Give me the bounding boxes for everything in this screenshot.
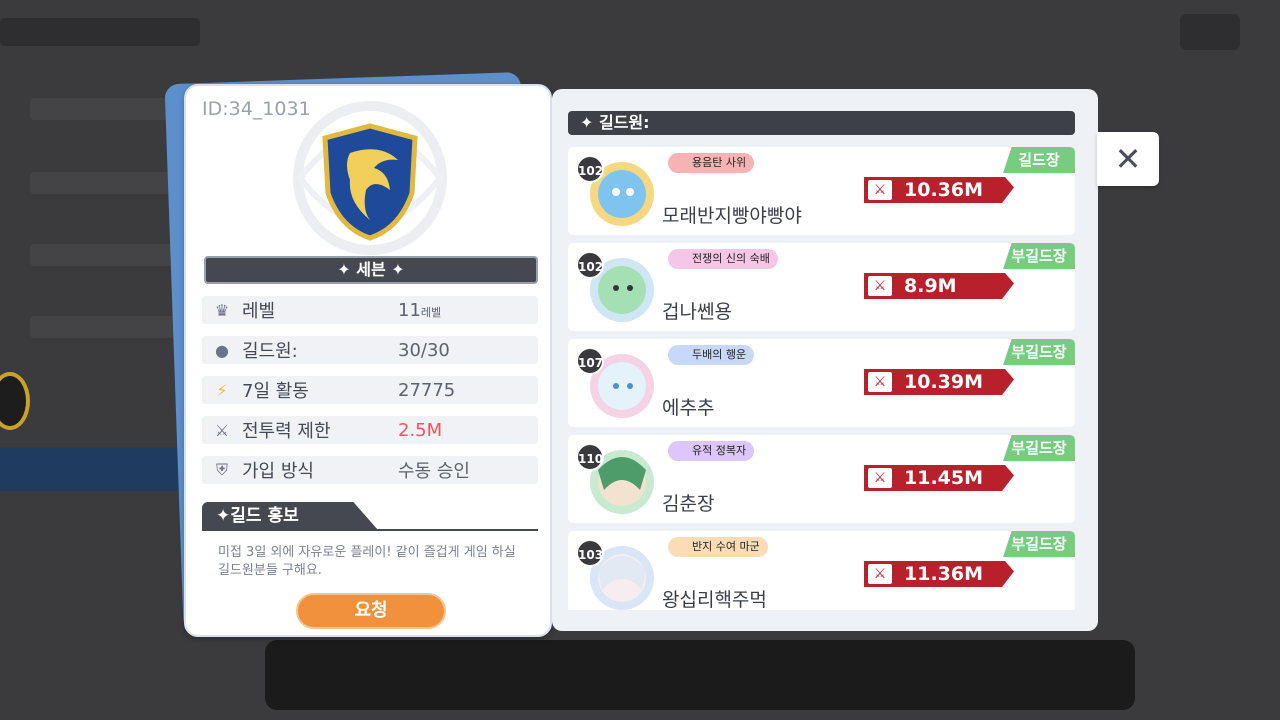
- guild-name-banner: ✦ 세븐 ✦: [204, 256, 538, 284]
- list-item[interactable]: 102 전쟁의 신의 숙배 겁나쎈용 ⚔ 8.9M 부길드장: [568, 243, 1075, 331]
- shield-icon: ⛨: [215, 460, 228, 479]
- background-item: [30, 172, 180, 194]
- title-badge: 용음탄 사위: [668, 153, 755, 173]
- eagle-shield-icon: [270, 98, 470, 258]
- lightning-icon: ⚡: [216, 380, 228, 400]
- info-value: 수동 승인: [398, 461, 470, 482]
- person-icon: ●: [215, 340, 229, 360]
- title-badge: 전쟁의 신의 숙배: [668, 249, 778, 269]
- background-title: [0, 18, 200, 46]
- power-badge: ⚔ 10.36M: [864, 177, 1014, 203]
- level-badge: 107: [576, 347, 604, 375]
- info-label: 길드원:: [242, 341, 298, 362]
- role-ribbon: 길드장: [1003, 147, 1075, 173]
- info-row-join-method: ⛨ 가입 방식 수동 승인: [202, 456, 538, 484]
- guild-name: 세븐: [356, 260, 386, 279]
- info-label: 가입 방식: [242, 461, 314, 482]
- close-icon[interactable]: ✕: [1097, 132, 1159, 186]
- background-button: [1180, 14, 1240, 50]
- title-badge: 반지 수여 마군: [668, 537, 768, 557]
- member-name: 모래반지빵야빵야: [662, 205, 802, 227]
- level-badge: 110: [576, 443, 604, 471]
- info-value: 2.5M: [398, 419, 443, 441]
- background-item: [30, 244, 180, 266]
- member-panel: ✦ 길드원: 102 용음탄 사위 모래반지빵야빵야 ⚔ 10.36M 길드장 1…: [552, 89, 1098, 631]
- info-row-level: ♛ 레벨 11레벨: [202, 296, 538, 324]
- role-ribbon: 부길드장: [1003, 243, 1075, 269]
- power-badge: ⚔ 8.9M: [864, 273, 1014, 299]
- crown-icon: ♛: [214, 300, 230, 320]
- guild-info-card: ID:34_1031 ✦ 세븐 ✦ ♛ 레벨 11레벨 ● 길드원: 30/30…: [184, 84, 552, 637]
- crossed-swords-icon: ⚔: [868, 276, 892, 296]
- promo-divider: [202, 529, 538, 531]
- background-bottom-bar: [265, 640, 1135, 710]
- member-list[interactable]: 102 용음탄 사위 모래반지빵야빵야 ⚔ 10.36M 길드장 102 전쟁의 …: [568, 147, 1075, 610]
- request-button[interactable]: 요청: [296, 593, 446, 629]
- title-badge: 유적 정복자: [668, 441, 755, 461]
- level-badge: 102: [576, 155, 604, 183]
- info-label: 전투력 제한: [242, 421, 331, 442]
- level-badge: 102: [576, 251, 604, 279]
- role-ribbon: 부길드장: [1003, 531, 1075, 557]
- member-name: 김춘장: [662, 493, 715, 515]
- promo-title: ✦길드 홍보: [202, 502, 378, 530]
- info-label: 7일 활동: [242, 381, 309, 402]
- background-item: [30, 98, 180, 120]
- list-item[interactable]: 102 용음탄 사위 모래반지빵야빵야 ⚔ 10.36M 길드장: [568, 147, 1075, 235]
- power-badge: ⚔ 10.39M: [864, 369, 1014, 395]
- crossed-swords-icon: ⚔: [868, 564, 892, 584]
- member-name: 겁나쎈용: [662, 301, 732, 323]
- level-badge: 103: [576, 539, 604, 567]
- role-ribbon: 부길드장: [1003, 339, 1075, 365]
- crossed-swords-icon: ⚔: [214, 420, 230, 440]
- info-row-members: ● 길드원: 30/30: [202, 336, 538, 364]
- members-header: ✦ 길드원:: [568, 111, 1075, 135]
- crossed-swords-icon: ⚔: [868, 180, 892, 200]
- member-name: 왕십리핵주먹: [662, 589, 767, 610]
- promo-text: 미접 3일 외에 자유로운 플레이! 같이 즐겁게 게임 하실 길드원분들 구해…: [218, 545, 516, 578]
- list-item[interactable]: 103 반지 수여 마군 왕십리핵주먹 ⚔ 11.36M 부길드장: [568, 531, 1075, 610]
- crossed-swords-icon: ⚔: [868, 468, 892, 488]
- role-ribbon: 부길드장: [1003, 435, 1075, 461]
- info-value: 11레벨: [398, 299, 442, 321]
- power-badge: ⚔ 11.36M: [864, 561, 1014, 587]
- info-value: 30/30: [398, 339, 450, 361]
- power-badge: ⚔ 11.45M: [864, 465, 1014, 491]
- title-badge: 두배의 행운: [668, 345, 755, 365]
- background-coin-icon: [0, 372, 30, 430]
- background-highlight: [0, 447, 190, 491]
- info-value: 27775: [398, 379, 456, 401]
- member-name: 에추추: [662, 397, 715, 419]
- background-item: [30, 316, 180, 338]
- list-item[interactable]: 110 유적 정복자 김춘장 ⚔ 11.45M 부길드장: [568, 435, 1075, 523]
- crossed-swords-icon: ⚔: [868, 372, 892, 392]
- info-row-activity: ⚡ 7일 활동 27775: [202, 376, 538, 404]
- guild-info-list: ♛ 레벨 11레벨 ● 길드원: 30/30 ⚡ 7일 활동 27775 ⚔ 전…: [202, 296, 538, 496]
- info-label: 레벨: [242, 301, 276, 322]
- list-item[interactable]: 107 두배의 행운 에추추 ⚔ 10.39M 부길드장: [568, 339, 1075, 427]
- info-row-power-limit: ⚔ 전투력 제한 2.5M: [202, 416, 538, 444]
